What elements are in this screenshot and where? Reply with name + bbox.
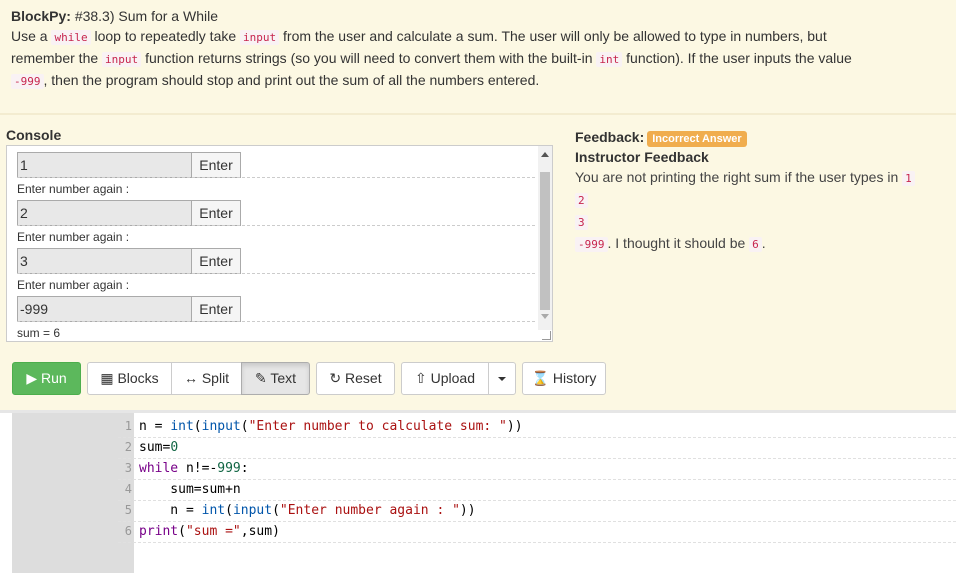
split-button[interactable]: ↔ Split [171, 362, 242, 395]
code-line[interactable]: 5 n = int(input("Enter number again : ")… [118, 500, 956, 522]
play-icon: ▶ [26, 370, 38, 386]
feedback-subtitle: Instructor Feedback [575, 149, 709, 165]
upload-button[interactable]: ⇧ Upload [401, 362, 489, 395]
console-input-row: 2 Enter [17, 200, 535, 226]
console-prompt: Enter number again : [17, 177, 535, 200]
console-input-row: 3 Enter [17, 248, 535, 274]
split-arrows-icon: ↔ [183, 370, 198, 386]
run-button[interactable]: ▶ Run [12, 362, 81, 395]
console-input-field[interactable]: 2 [17, 200, 195, 226]
code-line[interactable]: 4 sum=sum+n [118, 479, 956, 501]
console-input-field[interactable]: 1 [17, 152, 195, 178]
enter-button[interactable]: Enter [191, 152, 241, 178]
blocks-button[interactable]: ▦ Blocks [87, 362, 172, 395]
feedback-label: Feedback: Incorrect Answer [575, 127, 945, 147]
console-output: sum = 6 [17, 321, 535, 344]
console-input-row: 1 Enter [17, 152, 535, 178]
history-button[interactable]: ⌛ History [522, 362, 606, 395]
console-input-field[interactable]: 3 [17, 248, 195, 274]
console-label: Console [6, 127, 62, 143]
enter-button[interactable]: Enter [191, 296, 241, 322]
caret-down-icon [498, 377, 506, 382]
blocks-icon: ▦ [100, 370, 114, 386]
code-line[interactable]: 2 sum=0 [118, 437, 956, 459]
enter-button[interactable]: Enter [191, 200, 241, 226]
console-scrollbar[interactable] [538, 146, 552, 330]
text-button[interactable]: ✎ Text [241, 362, 310, 395]
assignment-title: BlockPy: #38.3) Sum for a While [11, 8, 218, 24]
instructions: BlockPy: #38.3) Sum for a While Use a wh… [11, 6, 871, 92]
assignment-panel: BlockPy: #38.3) Sum for a While Use a wh… [0, 0, 956, 410]
console-prompt: Enter number again : [17, 225, 535, 248]
console-input-row: -999 Enter [17, 296, 535, 322]
scroll-thumb[interactable] [540, 172, 550, 310]
editor-gutter [12, 413, 134, 573]
scroll-up-icon[interactable] [541, 152, 549, 157]
console[interactable]: 1 Enter Enter number again : 2 Enter Ent… [6, 145, 553, 342]
divider [0, 113, 956, 115]
upload-icon: ⇧ [415, 370, 427, 386]
assignment-description: Use a while loop to repeatedly take inpu… [11, 28, 852, 89]
code-int: int [596, 52, 623, 67]
upload-dropdown-button[interactable] [488, 362, 516, 395]
hourglass-icon: ⌛ [531, 370, 549, 386]
code-line[interactable]: 6 print("sum =",sum) [118, 521, 956, 543]
console-input-field[interactable]: -999 [17, 296, 195, 322]
code-line[interactable]: 3 while n!=-999: [118, 458, 956, 480]
code-input-2: input [102, 52, 142, 67]
reset-button[interactable]: ↻ Reset [316, 362, 395, 395]
console-prompt: Enter number again : [17, 273, 535, 296]
code-editor[interactable]: 1 n = int(input("Enter number to calcula… [0, 410, 956, 573]
code-while: while [51, 30, 91, 45]
feedback-panel: Feedback: Incorrect Answer Instructor Fee… [575, 127, 945, 255]
enter-button[interactable]: Enter [191, 248, 241, 274]
code-line[interactable]: 1 n = int(input("Enter number to calcula… [118, 416, 956, 438]
pencil-icon: ✎ [254, 370, 267, 386]
code-input: input [240, 30, 280, 45]
code-999: -999 [11, 74, 44, 89]
resize-grip-icon[interactable] [542, 331, 551, 340]
scroll-down-icon[interactable] [541, 314, 549, 319]
editor-border [0, 410, 956, 413]
refresh-icon: ↻ [329, 370, 342, 386]
feedback-text: You are not printing the right sum if th… [575, 167, 945, 255]
status-badge: Incorrect Answer [647, 131, 747, 147]
